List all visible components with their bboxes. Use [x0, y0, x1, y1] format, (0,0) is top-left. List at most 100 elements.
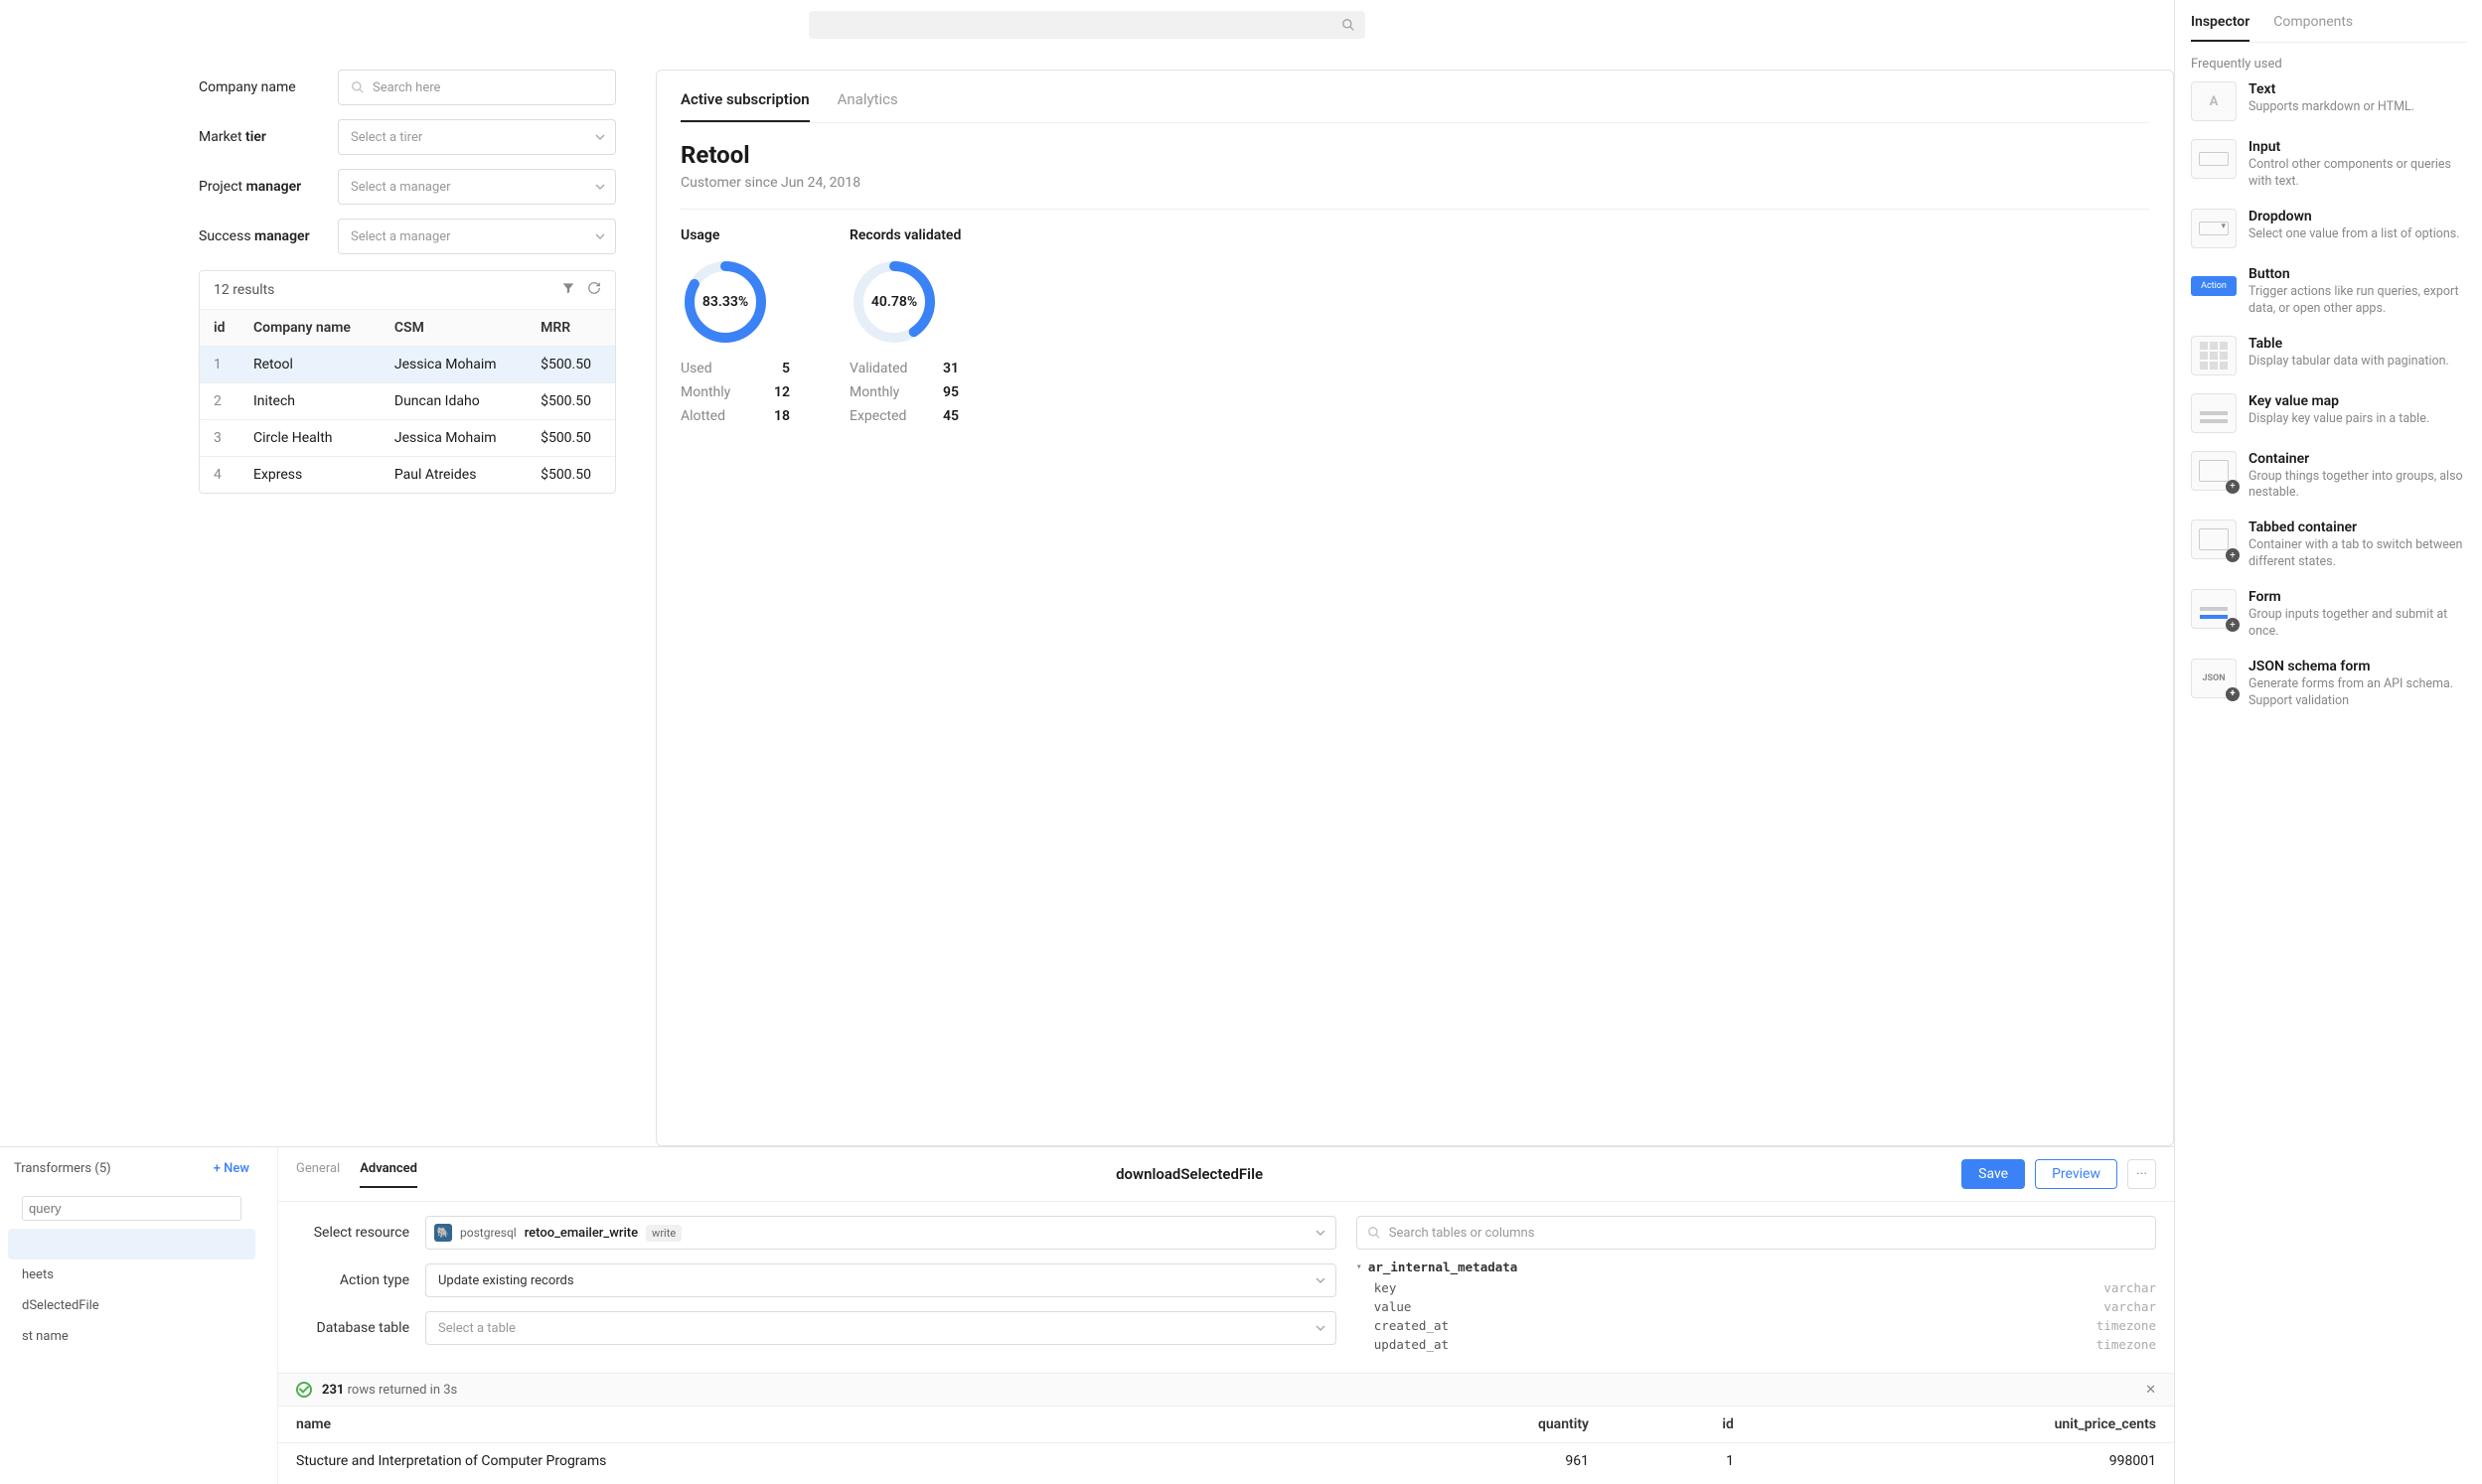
transformers-header: Transformers (5) — [14, 1161, 214, 1176]
query-results-table: name quantity id unit_price_cents Stuctu… — [278, 1406, 2174, 1479]
col-id[interactable]: id — [1607, 1407, 1752, 1443]
component-input[interactable]: InputControl other components or queries… — [2191, 139, 2466, 191]
right-panel: Inspector Components Frequently used A T… — [2174, 0, 2482, 1484]
button-icon: Action — [2191, 276, 2237, 296]
list-item[interactable]: st name — [8, 1321, 255, 1352]
dropdown-icon — [2191, 209, 2237, 248]
records-heading: Records validated — [850, 227, 961, 243]
plus-icon: + — [2226, 687, 2240, 701]
success-manager-select[interactable]: Select a manager — [338, 219, 616, 254]
company-name-label: Company name — [199, 79, 338, 95]
tab-analytics[interactable]: Analytics — [838, 90, 898, 122]
tab-active-subscription[interactable]: Active subscription — [681, 90, 810, 122]
table-row[interactable]: 1RetoolJessica Mohaim$500.50 — [200, 347, 615, 383]
col-price[interactable]: unit_price_cents — [1752, 1407, 2174, 1443]
plus-icon: + — [2226, 548, 2240, 562]
chevron-down-icon — [1316, 1275, 1325, 1285]
tabbed-container-icon: + — [2191, 519, 2237, 559]
new-query-button[interactable]: + New — [214, 1161, 249, 1176]
schema-column[interactable]: created_attimezone — [1356, 1316, 2156, 1335]
database-table-label: Database table — [296, 1320, 425, 1336]
resource-select[interactable]: 🐘 postgresql retoo_emailer_write write — [425, 1216, 1336, 1250]
col-quantity[interactable]: quantity — [1341, 1407, 1607, 1443]
query-name-input[interactable] — [8, 1188, 255, 1229]
detail-panel: Active subscription Analytics Retool Cus… — [656, 70, 2174, 1146]
component-form[interactable]: + FormGroup inputs together and submit a… — [2191, 589, 2466, 641]
col-id[interactable]: id — [200, 310, 239, 347]
col-csm[interactable]: CSM — [381, 310, 527, 347]
keyvalue-icon — [2191, 393, 2237, 433]
col-mrr[interactable]: MRR — [527, 310, 615, 347]
resource-label: Select resource — [296, 1225, 425, 1241]
success-manager-label: Success manager — [199, 228, 338, 244]
component-kv-map[interactable]: Key value mapDisplay key value pairs in … — [2191, 393, 2466, 433]
schema-column[interactable]: valuevarchar — [1356, 1297, 2156, 1316]
chevron-down-icon — [1316, 1228, 1325, 1238]
form-icon: + — [2191, 589, 2237, 629]
table-icon — [2191, 336, 2237, 375]
database-table-select[interactable]: Select a table — [425, 1311, 1336, 1345]
tab-inspector[interactable]: Inspector — [2191, 14, 2249, 42]
company-search-input[interactable]: Search here — [338, 70, 616, 105]
chevron-down-icon — [595, 132, 605, 142]
col-name[interactable]: name — [278, 1407, 1341, 1443]
search-icon — [1341, 18, 1355, 32]
more-button[interactable]: ··· — [2127, 1159, 2156, 1189]
tab-components[interactable]: Components — [2273, 14, 2353, 42]
table-row[interactable]: 4ExpressPaul Atreides$500.50 — [200, 457, 615, 494]
save-button[interactable]: Save — [1961, 1159, 2025, 1189]
close-icon[interactable]: ✕ — [2145, 1383, 2156, 1398]
top-bar — [0, 0, 2174, 50]
table-row[interactable]: 2InitechDuncan Idaho$500.50 — [200, 383, 615, 420]
component-dropdown[interactable]: DropdownSelect one value from a list of … — [2191, 209, 2466, 248]
component-text[interactable]: A TextSupports markdown or HTML. — [2191, 81, 2466, 121]
postgres-icon: 🐘 — [434, 1224, 452, 1242]
caret-down-icon: ▾ — [1356, 1261, 1362, 1272]
success-icon — [296, 1382, 312, 1398]
search-icon — [1367, 1226, 1381, 1240]
tab-general[interactable]: General — [296, 1161, 340, 1188]
chevron-down-icon — [1316, 1323, 1325, 1333]
schema-column[interactable]: updated_attimezone — [1356, 1335, 2156, 1354]
component-json-schema-form[interactable]: JSON+ JSON schema formGenerate forms fro… — [2191, 659, 2466, 710]
chevron-down-icon — [595, 231, 605, 241]
preview-button[interactable]: Preview — [2035, 1159, 2117, 1189]
component-table[interactable]: TableDisplay tabular data with paginatio… — [2191, 336, 2466, 375]
usage-heading: Usage — [681, 227, 790, 243]
search-icon — [351, 80, 365, 94]
tab-advanced[interactable]: Advanced — [360, 1161, 417, 1188]
filter-icon[interactable] — [561, 281, 575, 299]
container-icon: + — [2191, 451, 2237, 491]
input-icon — [2191, 139, 2237, 179]
component-container[interactable]: + ContainerGroup things together into gr… — [2191, 451, 2466, 503]
refresh-icon[interactable] — [587, 281, 601, 299]
component-tabbed-container[interactable]: + Tabbed containerContainer with a tab t… — [2191, 519, 2466, 571]
query-editor-panel: Transformers (5) + New heets dSelectedFi… — [0, 1146, 2174, 1484]
col-company[interactable]: Company name — [239, 310, 381, 347]
json-icon: JSON+ — [2191, 659, 2237, 698]
table-row[interactable]: 3Circle HealthJessica Mohaim$500.50 — [200, 420, 615, 457]
schema-tree: ▾ar_internal_metadata keyvarchar valueva… — [1356, 1260, 2156, 1354]
table-row[interactable]: Stucture and Interpretation of Computer … — [278, 1443, 2174, 1480]
plus-icon: + — [2226, 480, 2240, 494]
component-button[interactable]: Action ButtonTrigger actions like run qu… — [2191, 266, 2466, 318]
results-table: id Company name CSM MRR 1RetoolJessica M… — [200, 309, 615, 493]
market-tier-select[interactable]: Select a tirer — [338, 119, 616, 155]
list-item[interactable] — [8, 1229, 255, 1260]
list-item[interactable]: dSelectedFile — [8, 1290, 255, 1321]
market-tier-label: Market tier — [199, 129, 338, 145]
action-type-select[interactable]: Update existing records — [425, 1263, 1336, 1297]
schema-column[interactable]: keyvarchar — [1356, 1278, 2156, 1297]
results-count: 12 results — [214, 282, 549, 298]
list-item[interactable]: heets — [8, 1260, 255, 1290]
schema-search-input[interactable]: Search tables or columns — [1356, 1216, 2156, 1250]
query-title: downloadSelectedFile — [417, 1165, 1961, 1183]
records-donut: 40.78% — [850, 257, 939, 347]
result-status: 231 rows returned in 3s — [322, 1383, 2145, 1398]
customer-title: Retool — [681, 141, 2149, 169]
global-search[interactable] — [809, 11, 1365, 39]
project-manager-select[interactable]: Select a manager — [338, 169, 616, 205]
schema-table-node[interactable]: ▾ar_internal_metadata — [1356, 1260, 2156, 1274]
plus-icon: + — [2226, 618, 2240, 632]
customer-since: Customer since Jun 24, 2018 — [681, 175, 2149, 191]
